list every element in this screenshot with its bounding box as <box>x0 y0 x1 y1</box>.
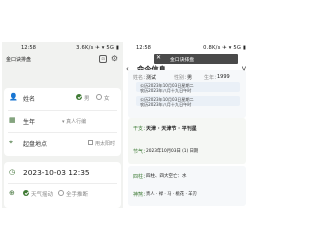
pin-icon[interactable]: ⊡ <box>99 55 107 63</box>
solar-time-checkbox[interactable] <box>88 140 93 145</box>
divider <box>8 132 117 133</box>
divider <box>8 110 117 111</box>
pillars-value: 四柱、四大空亡：水 <box>146 174 187 179</box>
status-bar: 12:58 3.6K/s ✈ ▾ 5G ▮ <box>2 42 123 53</box>
datetime-input[interactable]: 2023-10-03 12:35 <box>23 168 90 177</box>
status-bar: 12:58 0.8K/s ✈ ▾ 5G ▮ <box>126 42 248 53</box>
female-radio-label[interactable]: 女 <box>104 94 110 102</box>
solar-time-label[interactable]: 用太阳时 <box>95 140 115 147</box>
birth-year-select[interactable]: ▾ 真人行编 <box>62 118 86 125</box>
bazi-card: 干支： 天津 · 天津节 · 平刊星 节气： 2023年10月03日 (1) 日… <box>128 118 246 164</box>
divider <box>8 183 117 184</box>
bazi-value: 天津 · 天津节 · 平刊星 <box>146 126 197 132</box>
plus-icon: ⊕ <box>9 189 15 197</box>
male-radio-label[interactable]: 男 <box>84 94 90 102</box>
clock-icon: ◷ <box>9 168 16 176</box>
close-icon[interactable]: ✕ <box>156 54 161 61</box>
solar-term-value: 2023年10月03日 (1) 日期 <box>146 149 199 154</box>
app-title: 金口诀排盘 <box>6 57 32 63</box>
name-field-label[interactable]: 姓名 <box>23 94 35 103</box>
status-time: 12:58 <box>136 45 151 51</box>
form-card-time: ◷ 2023-10-03 12:35 ⊕ 天气摇动 全手推断 <box>4 162 121 208</box>
spirits-value: 贵人 · 禄 · 马 · 桃花 · 羊刃 <box>146 192 197 197</box>
toast-text: 金口诀排盘 <box>170 58 194 63</box>
name-value: 测试 <box>146 75 157 81</box>
gear-icon[interactable]: ⚙ <box>111 54 118 63</box>
app-bar: 金口诀排盘 ⊡ ⚙ <box>2 54 123 65</box>
method-label-1[interactable]: 天气摇动 <box>31 190 53 198</box>
status-icons: 0.8K/s ✈ ▾ 5G ▮ <box>203 45 246 51</box>
pillars-card: 四柱： 四柱、四大空亡：水 神煞： 贵人 · 禄 · 马 · 桃花 · 羊刃 <box>128 166 246 206</box>
birth-year-label[interactable]: 生年 <box>23 117 35 126</box>
method-label-2[interactable]: 全手推断 <box>66 190 88 198</box>
toast-popup: ✕ 金口诀排盘 <box>154 54 238 64</box>
lunar-date-line: 农历2023年八月十九日午时 <box>140 88 192 93</box>
location-field-label[interactable]: 起盘地点 <box>23 139 47 148</box>
status-icons: 3.6K/s ✈ ▾ 5G ▮ <box>76 45 119 51</box>
birth-value: 1999 <box>217 74 230 80</box>
screenshot-canvas: 12:58 3.6K/s ✈ ▾ 5G ▮ 金口诀排盘 ⊡ ⚙ 👤 姓名 男 女… <box>0 0 250 250</box>
left-screen: 12:58 3.6K/s ✈ ▾ 5G ▮ 金口诀排盘 ⊡ ⚙ 👤 姓名 男 女… <box>2 42 123 208</box>
male-radio[interactable] <box>76 94 82 100</box>
form-card-basic: 👤 姓名 男 女 ▦ 生年 ▾ 真人行编 ⌖ 起盘地点 用太阳时 <box>4 88 121 156</box>
basic-info-card: 姓名： 测试 性别： 男 生年： 1999 公历2023年10月03日星期二 农… <box>128 70 246 118</box>
female-radio[interactable] <box>96 94 102 100</box>
lunar-date-line-2: 农历2023年八月十九日午时 <box>140 102 192 107</box>
right-screen: 12:58 0.8K/s ✈ ▾ 5G ▮ ✕ 金口诀排盘 ‹ 命令信息 V 姓… <box>126 42 248 208</box>
status-time: 12:58 <box>21 45 36 51</box>
sex-value: 男 <box>187 75 193 81</box>
location-icon: ⌖ <box>9 138 13 146</box>
user-icon: 👤 <box>9 93 18 101</box>
calendar-icon: ▦ <box>9 116 16 124</box>
method-radio-2[interactable] <box>58 190 64 196</box>
method-radio-1[interactable] <box>23 190 29 196</box>
